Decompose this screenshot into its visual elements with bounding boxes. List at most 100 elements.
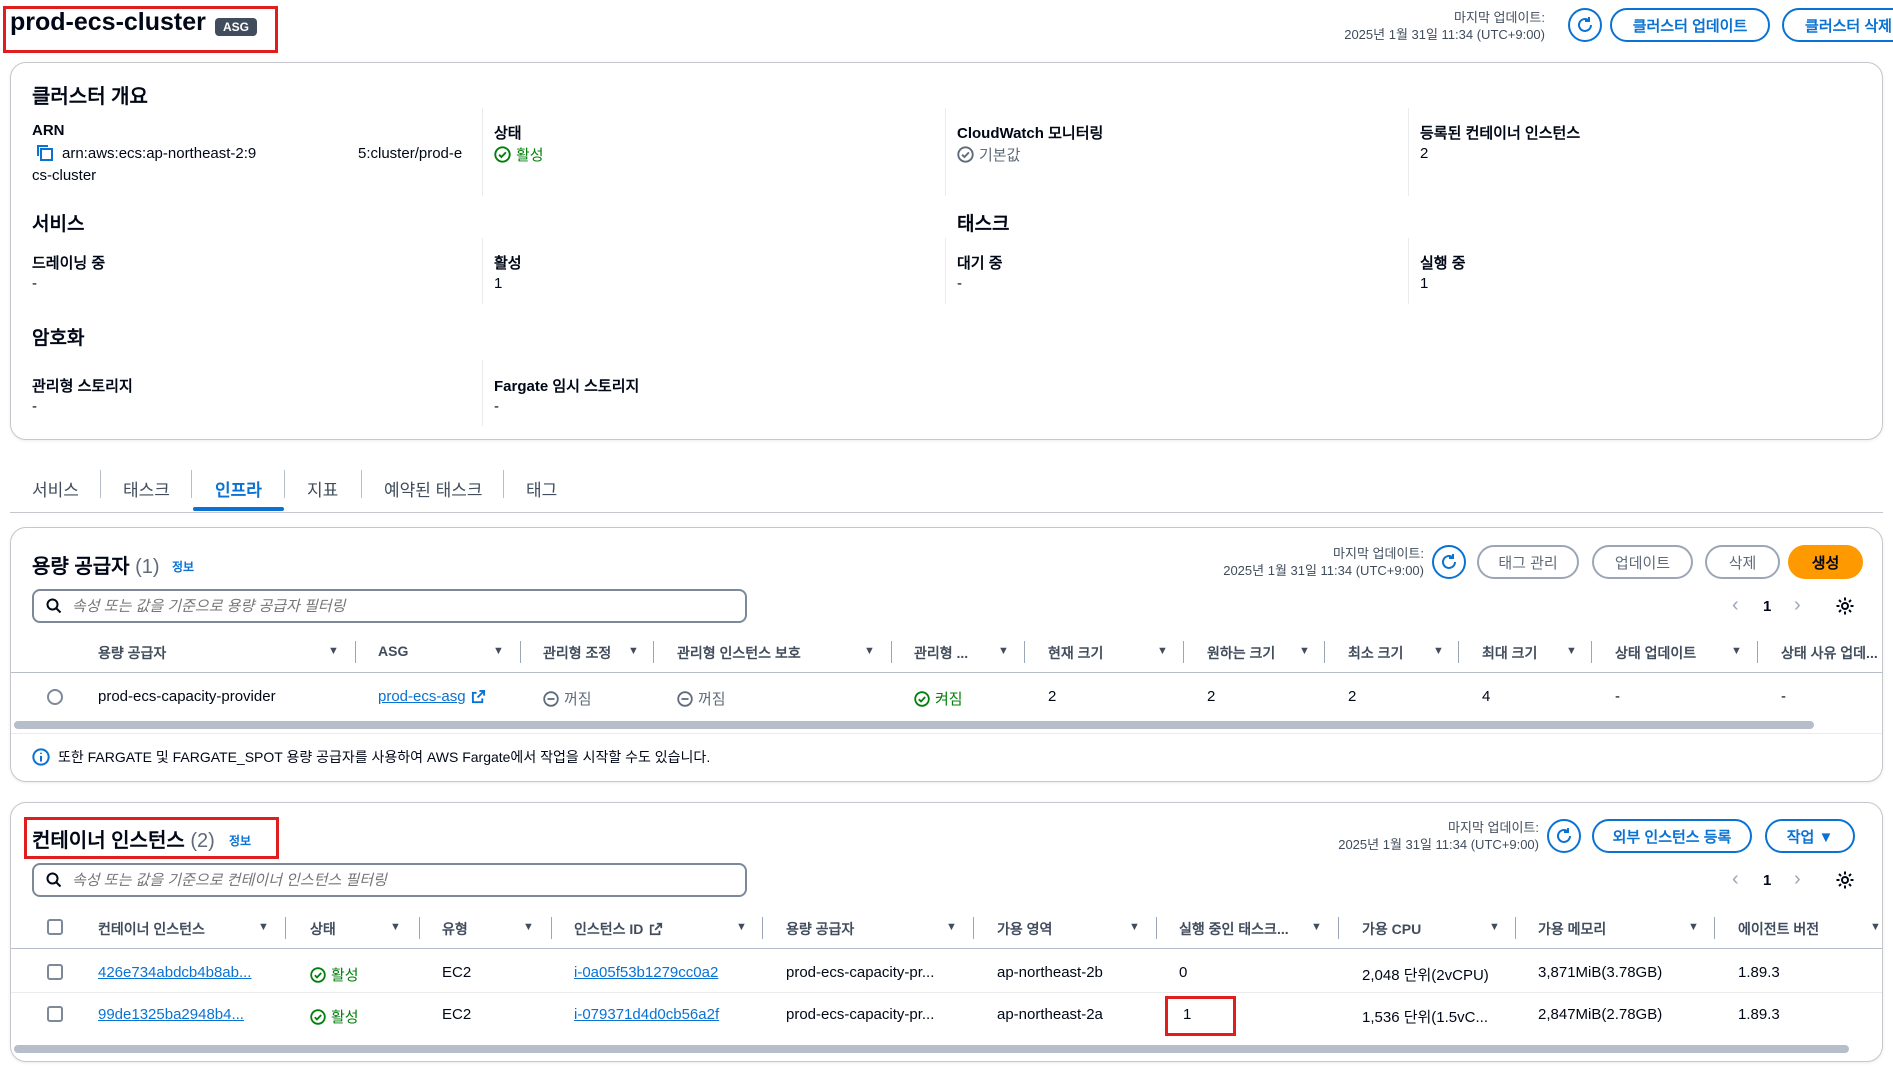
col-asg[interactable]: ASG: [378, 643, 408, 659]
next-page-icon[interactable]: ›: [1794, 868, 1801, 891]
col-container-instance[interactable]: 컨테이너 인스턴스: [98, 919, 205, 939]
instance-type: EC2: [442, 1006, 472, 1023]
col-managed-termination[interactable]: 관리형 ...: [914, 643, 968, 663]
delete-cluster-button[interactable]: 클러스터 삭제: [1782, 8, 1893, 42]
horizontal-scrollbar[interactable]: [14, 1045, 1849, 1053]
sort-icon[interactable]: ▼: [998, 645, 1009, 657]
col-max-size[interactable]: 최대 크기: [1482, 643, 1537, 663]
instances-search[interactable]: [32, 863, 747, 897]
col-min-size[interactable]: 최소 크기: [1348, 643, 1403, 663]
row-select-radio[interactable]: [47, 689, 63, 705]
external-link-icon: [471, 689, 485, 704]
agent-version: 1.89.3: [1738, 1006, 1780, 1023]
refresh-button[interactable]: [1568, 8, 1602, 42]
copy-icon[interactable]: [36, 144, 54, 166]
col-capacity-provider[interactable]: 용량 공급자: [786, 919, 854, 939]
sort-icon[interactable]: ▼: [864, 645, 875, 657]
registered-instances-label: 등록된 컨테이너 인스턴스: [1420, 125, 1581, 142]
sort-icon[interactable]: ▼: [1433, 645, 1444, 657]
divider: [355, 641, 356, 663]
sort-icon[interactable]: ▼: [1129, 921, 1140, 933]
sort-icon[interactable]: ▼: [390, 921, 401, 933]
col-desired-size[interactable]: 원하는 크기: [1207, 643, 1275, 663]
update-cluster-button[interactable]: 클러스터 업데이트: [1610, 8, 1770, 42]
register-external-instance-button[interactable]: 외부 인스턴스 등록: [1592, 819, 1752, 853]
sort-icon[interactable]: ▼: [1157, 645, 1168, 657]
col-status-reason[interactable]: 상태 사유 업데...: [1781, 643, 1878, 663]
divider: [1408, 238, 1409, 304]
instances-search-input[interactable]: [72, 871, 672, 889]
agent-version: 1.89.3: [1738, 964, 1780, 981]
available-cpu: 1,536 단위(1.5vC...: [1362, 1009, 1488, 1026]
sort-icon[interactable]: ▼: [1688, 921, 1699, 933]
tab-services[interactable]: 서비스: [32, 476, 79, 501]
capacity-refresh-button[interactable]: [1432, 545, 1466, 579]
minus-circle-icon: [543, 690, 559, 707]
manage-tags-button[interactable]: 태그 관리: [1477, 545, 1579, 579]
actions-dropdown-button[interactable]: 작업 ▼: [1765, 819, 1855, 853]
tab-scheduled-tasks[interactable]: 예약된 태스크: [384, 476, 483, 501]
tab-infrastructure[interactable]: 인프라: [215, 476, 262, 501]
prev-page-icon[interactable]: ‹: [1732, 594, 1739, 617]
available-memory: 3,871MiB(3.78GB): [1538, 964, 1663, 981]
update-capacity-button[interactable]: 업데이트: [1592, 545, 1693, 579]
select-all-checkbox[interactable]: [47, 919, 63, 935]
refresh-icon: [1442, 554, 1456, 569]
col-agent-version[interactable]: 에이전트 버전: [1738, 919, 1819, 939]
sort-icon[interactable]: ▼: [1566, 645, 1577, 657]
create-capacity-button[interactable]: 생성: [1788, 545, 1863, 579]
capacity-search[interactable]: [32, 589, 747, 623]
container-instance-link[interactable]: 426e734abdcb4b8ab...: [98, 964, 251, 981]
settings-gear-icon[interactable]: [1835, 596, 1855, 620]
col-status[interactable]: 상태: [310, 919, 336, 939]
sort-icon[interactable]: ▼: [1489, 921, 1500, 933]
settings-gear-icon[interactable]: [1835, 870, 1855, 894]
tab-tasks[interactable]: 태스크: [123, 476, 170, 501]
sort-icon[interactable]: ▼: [736, 921, 747, 933]
sort-icon[interactable]: ▼: [1870, 921, 1881, 933]
asg-link[interactable]: prod-ecs-asg: [378, 688, 486, 705]
page-number[interactable]: 1: [1763, 872, 1771, 889]
ec2-instance-id-link[interactable]: i-0a05f53b1279cc0a2: [574, 964, 718, 981]
col-availability-zone[interactable]: 가용 영역: [997, 919, 1052, 939]
minus-circle-icon: [677, 690, 693, 707]
col-instance-protection[interactable]: 관리형 인스턴스 보호: [677, 643, 801, 663]
sort-icon[interactable]: ▼: [328, 645, 339, 657]
col-available-cpu[interactable]: 가용 CPU: [1362, 919, 1421, 939]
tab-metrics[interactable]: 지표: [307, 476, 338, 501]
col-type[interactable]: 유형: [442, 919, 468, 939]
col-instance-id[interactable]: 인스턴스 ID: [574, 919, 663, 939]
sort-icon[interactable]: ▼: [493, 645, 504, 657]
sort-icon[interactable]: ▼: [258, 921, 269, 933]
row-select-checkbox[interactable]: [47, 1006, 63, 1022]
next-page-icon[interactable]: ›: [1794, 594, 1801, 617]
prev-page-icon[interactable]: ‹: [1732, 868, 1739, 891]
col-running-tasks[interactable]: 실행 중인 태스크...: [1179, 919, 1289, 939]
tab-tags[interactable]: 태그: [526, 476, 557, 501]
col-managed-scaling[interactable]: 관리형 조정: [543, 643, 611, 663]
instance-capacity-provider: prod-ecs-capacity-pr...: [786, 964, 935, 981]
sort-icon[interactable]: ▼: [523, 921, 534, 933]
sort-icon[interactable]: ▼: [628, 645, 639, 657]
delete-capacity-button[interactable]: 삭제: [1705, 545, 1780, 579]
col-current-size[interactable]: 현재 크기: [1048, 643, 1103, 663]
divider: [11, 733, 1882, 734]
sort-icon[interactable]: ▼: [1299, 645, 1310, 657]
ec2-instance-id-link[interactable]: i-079371d4d0cb56a2f: [574, 1006, 719, 1023]
check-circle-icon: [957, 146, 974, 163]
col-capacity-provider[interactable]: 용량 공급자: [98, 643, 166, 663]
horizontal-scrollbar[interactable]: [14, 721, 1814, 729]
container-instance-link[interactable]: 99de1325ba2948b4...: [98, 1006, 244, 1023]
page-number[interactable]: 1: [1763, 598, 1771, 615]
capacity-info-link[interactable]: 정보: [172, 558, 194, 575]
divider: [762, 917, 763, 939]
col-available-memory[interactable]: 가용 메모리: [1538, 919, 1606, 939]
sort-icon[interactable]: ▼: [1731, 645, 1742, 657]
row-select-checkbox[interactable]: [47, 964, 63, 980]
capacity-search-input[interactable]: [72, 597, 672, 615]
sort-icon[interactable]: ▼: [1311, 921, 1322, 933]
instances-refresh-button[interactable]: [1547, 819, 1581, 853]
table-header-line: [11, 948, 1882, 949]
col-status-update[interactable]: 상태 업데이트: [1615, 643, 1696, 663]
sort-icon[interactable]: ▼: [946, 921, 957, 933]
